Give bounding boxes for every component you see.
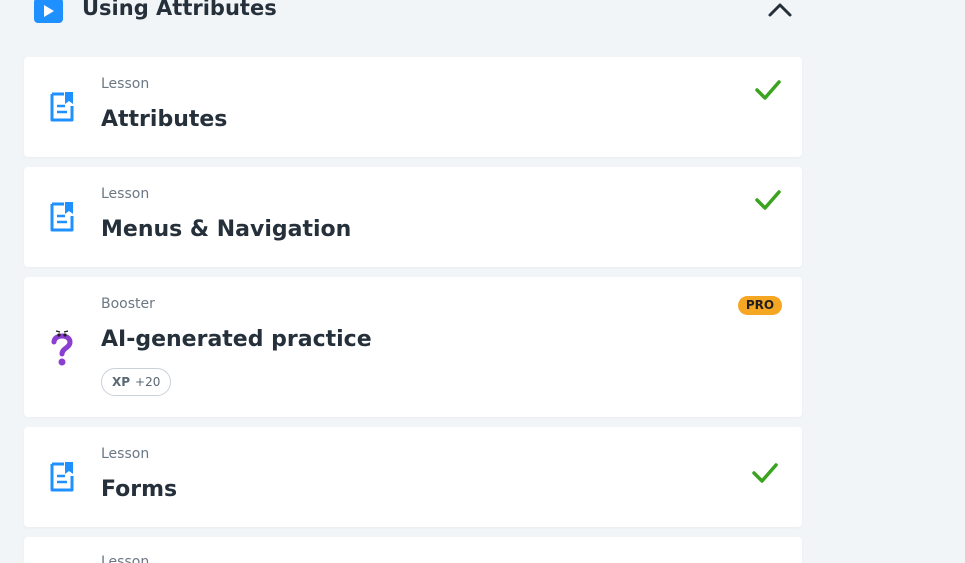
lesson-card-menus-navigation[interactable]: Lesson Menus & Navigation	[24, 167, 802, 267]
item-kind-label: Lesson	[101, 446, 150, 462]
xp-value: +20	[135, 375, 161, 389]
check-icon	[752, 462, 778, 488]
lesson-card-partial[interactable]: Lesson	[24, 537, 802, 563]
lesson-doc-icon	[50, 92, 74, 126]
booster-card-ai-practice[interactable]: Booster AI-generated practice PRO XP +20	[24, 277, 802, 417]
play-icon[interactable]	[34, 0, 63, 23]
lesson-card-forms[interactable]: Lesson Forms	[24, 427, 802, 527]
check-icon	[755, 79, 781, 105]
item-kind-label: Lesson	[101, 186, 150, 202]
xp-label: XP	[112, 375, 131, 389]
item-title[interactable]: AI-generated practice	[101, 327, 372, 352]
item-kind-label: Lesson	[101, 554, 150, 563]
question-mark-icon	[50, 329, 74, 371]
item-title[interactable]: Menus & Navigation	[101, 217, 351, 242]
module-header: Using Attributes	[34, 0, 794, 26]
pro-badge: PRO	[738, 296, 782, 315]
check-icon	[755, 189, 781, 215]
item-kind-label: Booster	[101, 296, 155, 312]
lesson-doc-icon	[50, 462, 74, 496]
item-kind-label: Lesson	[101, 76, 150, 92]
lesson-card-attributes[interactable]: Lesson Attributes	[24, 57, 802, 157]
chevron-up-icon[interactable]	[767, 0, 793, 22]
xp-pill: XP +20	[101, 368, 172, 396]
item-title[interactable]: Forms	[101, 477, 177, 502]
item-title[interactable]: Attributes	[101, 107, 227, 132]
module-title: Using Attributes	[82, 0, 277, 20]
lesson-doc-icon	[50, 202, 74, 236]
